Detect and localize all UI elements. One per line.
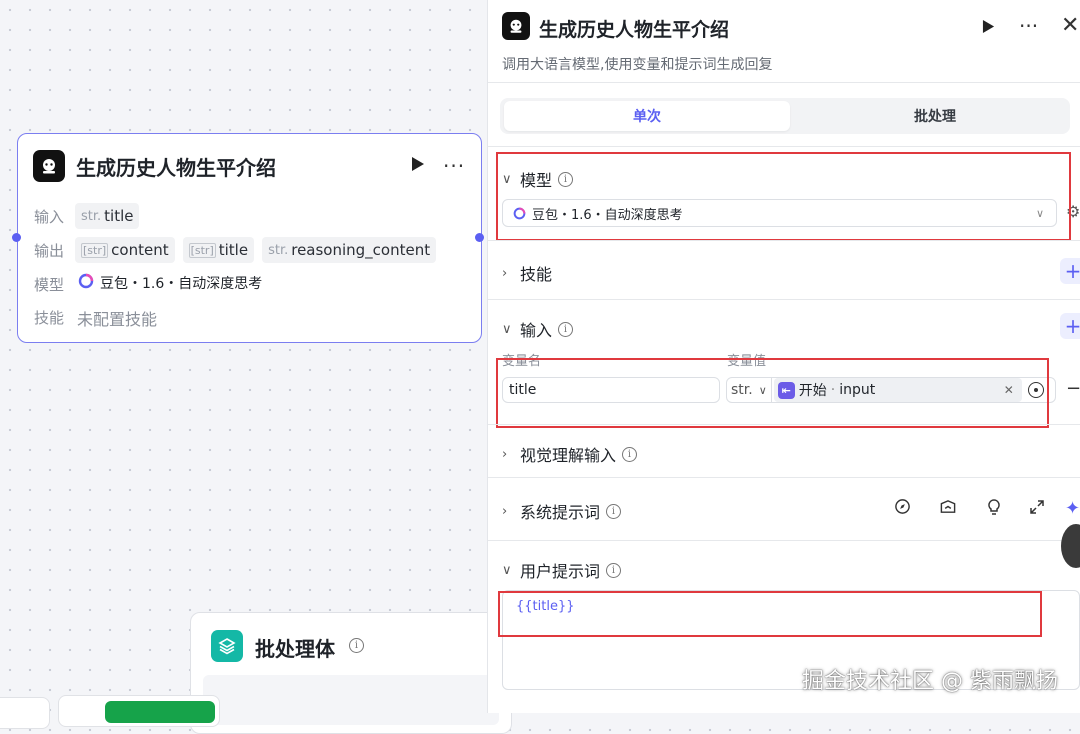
divider <box>488 299 1080 300</box>
run-icon[interactable] <box>982 19 995 38</box>
node-skill-value: 未配置技能 <box>77 310 158 329</box>
info-icon[interactable]: i <box>349 638 364 653</box>
info-icon[interactable]: i <box>606 503 622 519</box>
node-output-label: 输出 <box>34 242 65 260</box>
chevron-right-icon: › <box>502 503 508 519</box>
divider <box>488 240 1080 241</box>
batch-node-card[interactable]: 批处理体 i <box>190 612 512 734</box>
node-output-tag: [str] title <box>182 237 255 263</box>
compass-icon[interactable] <box>894 498 911 519</box>
node-title: 生成历史人物生平介绍 <box>76 156 276 180</box>
info-icon[interactable]: i <box>558 321 574 337</box>
node-input-tag: str. title <box>75 203 140 229</box>
highlight-box-model <box>496 152 1071 241</box>
divider <box>488 82 1080 83</box>
divider <box>488 424 1080 425</box>
batch-node-body <box>203 675 499 725</box>
node-config-panel: 生成历史人物生平介绍 ··· ✕ 调用大语言模型,使用变量和提示词生成回复 单次… <box>487 0 1080 713</box>
panel-title[interactable]: 生成历史人物生平介绍 <box>539 15 729 42</box>
remove-input-icon[interactable]: − <box>1066 378 1080 399</box>
close-icon[interactable]: ✕ <box>1061 13 1079 38</box>
chevron-right-icon: › <box>502 446 508 462</box>
more-icon[interactable]: ··· <box>443 154 465 178</box>
section-user-prompt-header[interactable]: ∨ 用户提示词 i <box>502 558 622 582</box>
node-output-tag: str. reasoning_content <box>262 237 437 263</box>
node-model-label: 模型 <box>34 276 65 294</box>
toolbar-fragment[interactable] <box>0 697 50 729</box>
section-vision-header[interactable]: › 视觉理解输入 i <box>502 442 638 466</box>
divider <box>488 146 1080 147</box>
llm-logo-icon <box>502 12 530 40</box>
doubao-icon <box>78 273 94 293</box>
divider <box>488 540 1080 541</box>
highlight-box-user-prompt <box>498 591 1042 637</box>
add-skill-button[interactable]: + <box>1060 258 1080 284</box>
template-library-icon[interactable] <box>939 498 957 519</box>
lightbulb-icon[interactable] <box>986 498 1002 520</box>
tab-single[interactable]: 单次 <box>504 101 790 131</box>
watermark: 掘金技术社区 @ 紫雨飘扬 <box>802 669 1058 694</box>
more-icon[interactable]: ··· <box>1019 14 1038 38</box>
batch-node-title: 批处理体 <box>255 637 335 661</box>
tab-batch[interactable]: 批处理 <box>800 101 1070 131</box>
llm-logo-icon <box>33 150 65 182</box>
llm-node-card[interactable]: 生成历史人物生平介绍 ··· 输入 str. title 输出 [str] cont… <box>12 133 484 343</box>
section-system-prompt-header[interactable]: › 系统提示词 i <box>502 499 622 523</box>
panel-description: 调用大语言模型,使用变量和提示词生成回复 <box>502 57 773 73</box>
highlight-box-input <box>496 358 1049 428</box>
toolbar-fragment[interactable] <box>58 695 220 727</box>
input-port[interactable] <box>12 233 21 242</box>
chevron-right-icon: › <box>502 265 508 281</box>
output-port[interactable] <box>475 233 484 242</box>
layers-icon <box>211 630 243 662</box>
section-input-header[interactable]: ∨ 输入 i <box>502 317 574 341</box>
node-input-label: 输入 <box>34 208 65 226</box>
info-icon[interactable]: i <box>622 446 638 462</box>
ai-sparkle-icon[interactable]: ✦ <box>1065 498 1080 519</box>
chevron-down-icon: ∨ <box>502 321 512 337</box>
mode-tabs: 单次 批处理 <box>500 98 1070 134</box>
node-output-tag: [str] content <box>75 237 175 263</box>
chevron-down-icon: ∨ <box>502 562 512 578</box>
run-icon[interactable] <box>411 156 425 176</box>
node-skill-label: 技能 <box>34 309 65 327</box>
section-skills-header[interactable]: › 技能 <box>502 261 552 285</box>
add-input-button[interactable]: + <box>1060 313 1080 339</box>
avatar[interactable] <box>1061 524 1080 568</box>
node-model-value: 豆包・1.6・自动深度思考 <box>100 276 263 292</box>
divider <box>488 477 1080 478</box>
green-action-button[interactable] <box>105 701 215 723</box>
info-icon[interactable]: i <box>606 562 622 578</box>
expand-icon[interactable] <box>1029 499 1045 519</box>
